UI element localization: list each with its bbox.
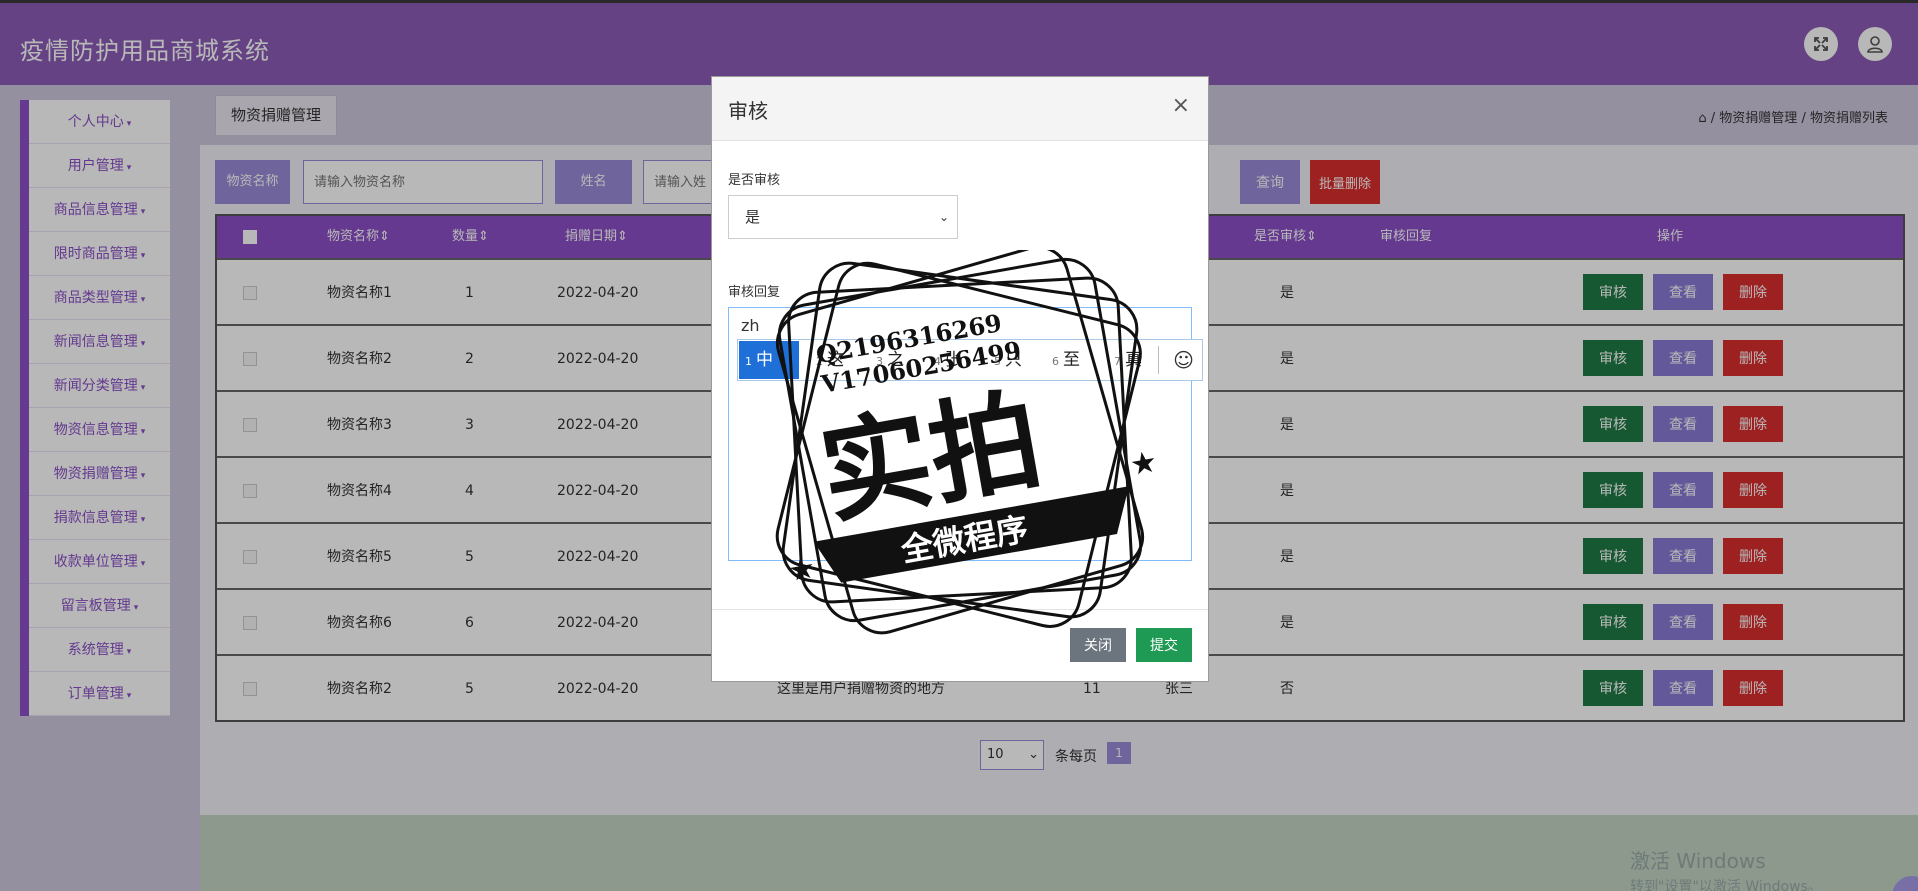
star-icon: ★ (1127, 444, 1160, 483)
dialog-title: 审核 (728, 99, 768, 123)
star-icon: ★ (786, 550, 819, 589)
audited-label: 是否审核 (728, 173, 781, 188)
stamp-watermark: Q2196316269 V17060256499 实拍 全微程序 ★ ★ (775, 250, 1160, 635)
audited-select[interactable]: 是 ⌄ (728, 195, 958, 239)
chevron-down-icon: ⌄ (938, 210, 949, 224)
dialog-header: 审核 × (712, 77, 1208, 141)
close-icon[interactable]: × (1172, 93, 1190, 118)
